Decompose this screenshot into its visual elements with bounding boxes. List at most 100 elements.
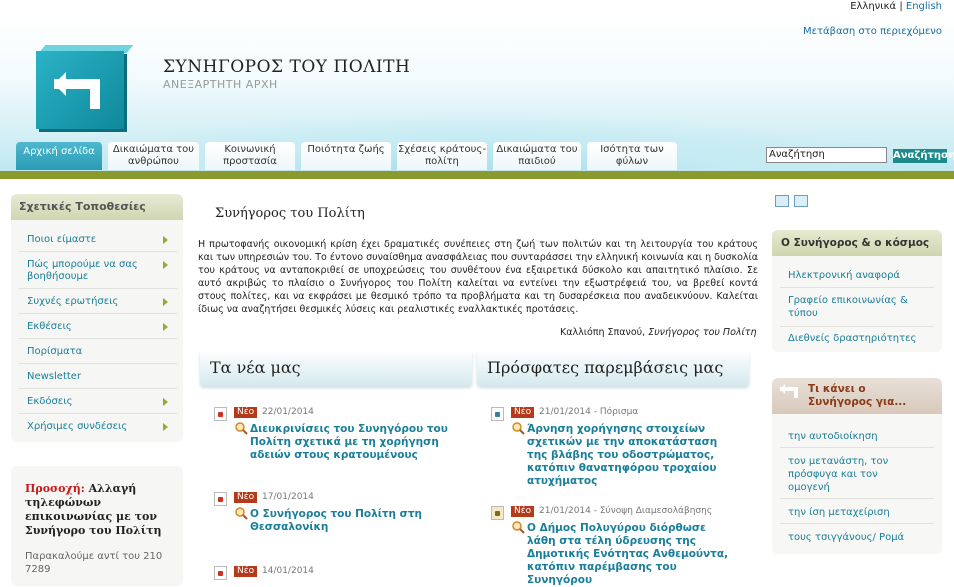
ombudsman-world-panel: Ο Συνήγορος & ο κόσμος Ηλεκτρονική αναφο… bbox=[772, 230, 942, 352]
sidebar-item-findings[interactable]: Πορίσματα bbox=[27, 346, 82, 358]
new-badge: Νέο bbox=[234, 566, 258, 577]
magnifier-icon bbox=[512, 422, 525, 435]
search-input[interactable]: Αναζήτηση bbox=[766, 147, 887, 163]
intervention-item: Νέο 21/01/2014 - Σύνοψη Διαμεσολάβησης Ο… bbox=[491, 506, 741, 586]
notice-alert-label: Προσοχή: bbox=[25, 482, 85, 495]
document-icon bbox=[491, 407, 504, 421]
divider bbox=[780, 447, 934, 448]
language-switch: Ελληνικά | English bbox=[850, 1, 942, 12]
arrow-logo-icon bbox=[780, 384, 798, 398]
search-button[interactable]: Αναζήτηση bbox=[893, 149, 954, 163]
top-bar: Ελληνικά | English bbox=[0, 0, 954, 14]
notice-subtext: Παρακαλούμε αντί του 210 7289 bbox=[25, 551, 163, 575]
skip-to-content-link[interactable]: Μετάβαση στο περιεχόμενο bbox=[803, 26, 942, 37]
rightbar-item-e-complaint[interactable]: Ηλεκτρονική αναφορά bbox=[788, 269, 900, 282]
intervention-link[interactable]: Άρνηση χορήγησης στοιχείων σχετικών με τ… bbox=[527, 423, 737, 488]
divider bbox=[19, 363, 177, 364]
chevron-right-icon bbox=[163, 236, 168, 244]
rightbar-item-equal-treatment[interactable]: την ίση μεταχείριση bbox=[788, 506, 890, 519]
chevron-right-icon bbox=[163, 398, 168, 406]
new-badge: Νέο bbox=[511, 506, 535, 517]
related-sites-panel: Σχετικές Τοποθεσίες Ποιοι είμαστε Πώς μπ… bbox=[11, 194, 183, 442]
news-doc-icon bbox=[214, 492, 227, 506]
sidebar-item-who-we-are[interactable]: Ποιοι είμαστε bbox=[27, 234, 96, 246]
tab-child-rights[interactable]: Δικαιώματα του παιδιού bbox=[493, 142, 581, 170]
chevron-right-icon bbox=[163, 298, 168, 306]
chevron-right-icon bbox=[163, 323, 168, 331]
divider bbox=[780, 498, 934, 499]
notice-title[interactable]: Προσοχή: Αλλαγή τηλεφώνων επικοινωνίας μ… bbox=[25, 482, 169, 538]
intervention-date: 21/01/2014 - Πόρισμα bbox=[539, 407, 639, 417]
signature-name: Καλλιόπη Σπανού, bbox=[560, 327, 646, 338]
document-edit-icon bbox=[491, 506, 504, 520]
news-date: 17/01/2014 bbox=[262, 492, 314, 502]
news-date: 14/01/2014 bbox=[262, 566, 314, 576]
news-item: Νέο 22/01/2014 Διευκρινίσεις του Συνηγόρ… bbox=[214, 407, 454, 467]
site-title[interactable]: ΣΥΝΗΓΟΡΟΣ ΤΟΥ ΠΟΛΙΤΗ bbox=[163, 57, 410, 77]
intro-paragraph: Η πρωτοφανής οικονομική κρίση έχει δραμα… bbox=[198, 239, 758, 315]
divider bbox=[19, 251, 177, 252]
intervention-date: 21/01/2014 - Σύνοψη Διαμεσολάβησης bbox=[539, 506, 713, 516]
news-doc-icon bbox=[214, 566, 227, 580]
divider bbox=[19, 288, 177, 289]
rightbar-item-international[interactable]: Διεθνείς δραστηριότητες bbox=[788, 332, 916, 345]
ombudsman-world-header: Ο Συνήγορος & ο κόσμος bbox=[772, 230, 942, 256]
page-title: Συνήγορος του Πολίτη bbox=[215, 206, 365, 221]
tab-quality-of-life[interactable]: Ποιότητα ζωής bbox=[301, 142, 391, 170]
rightbar-item-roma[interactable]: τους τσιγγάνους/ Ρομά bbox=[788, 531, 904, 544]
divider bbox=[19, 388, 177, 389]
signature-role: Συνήγορος του Πολίτη bbox=[648, 327, 757, 338]
sidebar-item-faq[interactable]: Συχνές ερωτήσεις bbox=[27, 296, 118, 308]
news-link[interactable]: Διευκρινίσεις του Συνηγόρου του Πολίτη σ… bbox=[250, 423, 454, 462]
what-ombudsman-does-title: Τι κάνει ο Συνήγορος για... bbox=[808, 383, 907, 408]
rightbar-item-press-office[interactable]: Γραφείο επικοινωνίας & τύπου bbox=[788, 294, 918, 320]
lang-english-link[interactable]: English bbox=[906, 1, 942, 12]
related-sites-header: Σχετικές Τοποθεσίες bbox=[11, 194, 183, 220]
site-subtitle: ΑΝΕΞΑΡΤΗΤΗ ΑΡΧΗ bbox=[163, 78, 278, 91]
chevron-right-icon bbox=[163, 423, 168, 431]
tab-state-citizen[interactable]: Σχέσεις κράτους-πολίτη bbox=[397, 142, 487, 170]
tab-social-protection[interactable]: Κοινωνική προστασία bbox=[205, 142, 295, 170]
arrow-logo-icon bbox=[54, 72, 100, 109]
nav-underline-bar bbox=[0, 171, 954, 179]
news-header: Τα νέα μας bbox=[200, 350, 472, 386]
magnifier-icon bbox=[512, 521, 525, 534]
new-badge: Νέο bbox=[234, 407, 258, 418]
sidebar-item-useful-links[interactable]: Χρήσιμες συνδέσεις bbox=[27, 421, 127, 433]
sidebar-item-how-we-help[interactable]: Πώς μπορούμε να σας βοηθήσουμε bbox=[27, 259, 157, 283]
rightbar-item-migrants[interactable]: τον μετανάστη, τον πρόσφυγα και τον ομογ… bbox=[788, 455, 908, 494]
news-item: Νέο 14/01/2014 bbox=[214, 566, 454, 584]
new-badge: Νέο bbox=[234, 492, 258, 503]
site-logo[interactable] bbox=[36, 45, 134, 129]
chevron-right-icon bbox=[163, 261, 168, 269]
notice-box: Προσοχή: Αλλαγή τηλεφώνων επικοινωνίας μ… bbox=[11, 466, 183, 586]
divider bbox=[780, 326, 934, 327]
tab-home[interactable]: Αρχική σελίδα bbox=[16, 142, 102, 170]
news-doc-icon bbox=[214, 407, 227, 421]
magnifier-icon bbox=[235, 507, 248, 520]
layout-tree-icon[interactable] bbox=[794, 195, 808, 207]
signature: Καλλιόπη Σπανού, Συνήγορος του Πολίτη bbox=[560, 327, 756, 338]
what-ombudsman-does-panel: Τι κάνει ο Συνήγορος για... την αυτοδιοί… bbox=[772, 378, 942, 554]
what-ombudsman-does-header: Τι κάνει ο Συνήγορος για... bbox=[772, 378, 942, 414]
lang-greek-link[interactable]: Ελληνικά bbox=[850, 1, 896, 12]
divider bbox=[19, 313, 177, 314]
tab-human-rights[interactable]: Δικαιώματα του ανθρώπου bbox=[108, 142, 199, 170]
layout-wide-icon[interactable] bbox=[775, 195, 789, 207]
sidebar-item-newsletter[interactable]: Newsletter bbox=[27, 371, 81, 383]
view-toggle bbox=[775, 195, 808, 207]
divider bbox=[780, 287, 934, 288]
rightbar-item-local-government[interactable]: την αυτοδιοίκηση bbox=[788, 430, 878, 443]
divider bbox=[19, 338, 177, 339]
intervention-item: Νέο 21/01/2014 - Πόρισμα Άρνηση χορήγηση… bbox=[491, 407, 741, 487]
news-date: 22/01/2014 bbox=[262, 407, 314, 417]
news-link[interactable]: Ο Συνήγορος του Πολίτη στη Θεσσαλονίκη bbox=[250, 508, 430, 534]
magnifier-icon bbox=[235, 422, 248, 435]
news-item: Νέο 17/01/2014 Ο Συνήγορος του Πολίτη στ… bbox=[214, 492, 454, 537]
tab-gender-equality[interactable]: Ισότητα των φύλων bbox=[587, 142, 677, 170]
main-nav: Αρχική σελίδα Δικαιώματα του ανθρώπου Κο… bbox=[16, 142, 677, 170]
intervention-link[interactable]: Ο Δήμος Πολυγύρου διόρθωσε λάθη στα τέλη… bbox=[527, 522, 737, 587]
lang-separator: | bbox=[899, 1, 903, 12]
sidebar-item-reports[interactable]: Εκθέσεις bbox=[27, 321, 72, 333]
sidebar-item-publications[interactable]: Εκδόσεις bbox=[27, 396, 72, 408]
